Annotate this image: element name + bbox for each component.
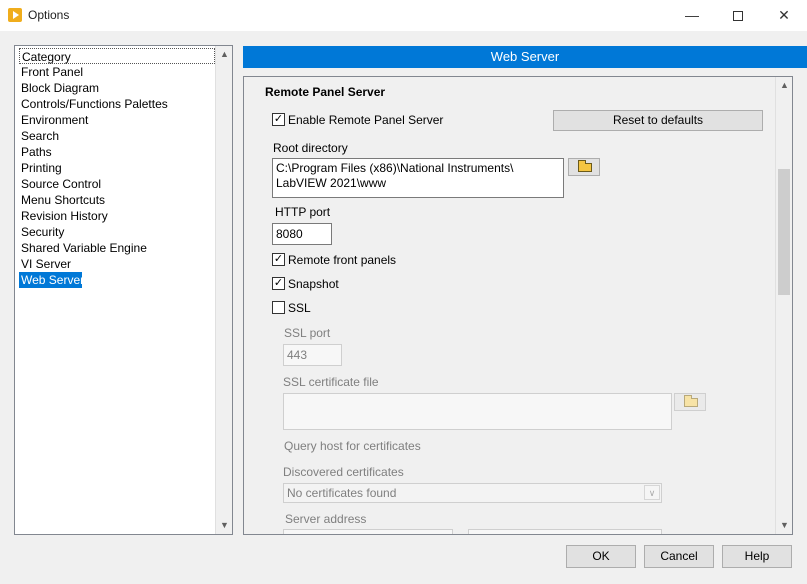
root-directory-label: Root directory [273,141,348,155]
chevron-down-icon: ∨ [644,485,660,500]
server-address-input[interactable] [283,529,453,534]
category-item-shared-variable-engine[interactable]: Shared Variable Engine [19,240,215,256]
category-item-web-server[interactable]: Web Server [19,272,84,288]
root-directory-line-2: LabVIEW 2021\www [276,176,387,190]
root-directory-line-1: C:\Program Files (x86)\National Instrume… [276,161,514,175]
close-button[interactable]: ✕ [761,0,807,31]
remote-front-panels-checkbox[interactable]: ✓ [272,253,285,266]
ssl-label: SSL [288,301,311,315]
scroll-down-arrow-icon[interactable]: ▼ [216,517,233,534]
section-title: Remote Panel Server [265,85,386,99]
maximize-icon [733,11,743,22]
category-item-printing[interactable]: Printing [19,160,215,176]
folder-open-icon [684,395,698,407]
maximize-button[interactable] [715,0,761,31]
category-list[interactable]: Category Front Panel Block Diagram Contr… [14,45,233,535]
remote-front-panels-label: Remote front panels [288,253,397,267]
reset-to-defaults-button[interactable]: Reset to defaults [553,110,763,131]
ssl-certificate-file-label: SSL certificate file [283,375,379,389]
root-directory-browse-button[interactable] [568,158,600,176]
title-bar: Options — ✕ [0,0,807,31]
ssl-certificate-file-field[interactable] [283,393,672,430]
cancel-button[interactable]: Cancel [644,545,714,568]
category-items: Front Panel Block Diagram Controls/Funct… [19,64,215,288]
category-item-source-control[interactable]: Source Control [19,176,215,192]
enable-remote-panel-server-label: Enable Remote Panel Server [288,113,444,127]
panel-title: Web Server [243,46,807,68]
snapshot-checkbox[interactable]: ✓ [272,277,285,290]
discovered-certificates-value: No certificates found [287,486,397,500]
category-item-paths[interactable]: Paths [19,144,215,160]
query-host-for-certificates[interactable]: Query host for certificates [284,439,421,453]
scrollbar-thumb[interactable] [778,169,790,295]
minimize-button[interactable]: — [669,0,715,31]
help-button[interactable]: Help [722,545,792,568]
labview-app-icon [8,8,22,22]
ssl-port-label: SSL port [284,326,331,340]
discovered-certificates-label: Discovered certificates [283,465,404,479]
category-item-block-diagram[interactable]: Block Diagram [19,80,215,96]
window-title: Options [28,8,70,22]
category-item-controls-functions-palettes[interactable]: Controls/Functions Palettes [19,96,215,112]
scroll-up-arrow-icon[interactable]: ▲ [776,77,792,94]
category-item-environment[interactable]: Environment [19,112,215,128]
ssl-certificate-browse-button[interactable] [674,393,706,411]
enable-remote-panel-server-checkbox[interactable]: ✓ [272,113,285,126]
snapshot-label: Snapshot [288,277,339,291]
settings-scrollbar[interactable]: ▲ ▼ [775,77,792,534]
category-item-menu-shortcuts[interactable]: Menu Shortcuts [19,192,215,208]
ssl-port-input[interactable]: 443 [283,344,342,366]
category-item-search[interactable]: Search [19,128,215,144]
category-scrollbar[interactable]: ▲ ▼ [215,46,232,534]
server-address-label: Server address [285,512,367,526]
scroll-up-arrow-icon[interactable]: ▲ [216,46,233,63]
discovered-certificates-dropdown[interactable]: No certificates found ∨ [283,483,662,503]
folder-open-icon [578,160,592,172]
root-directory-field[interactable]: C:\Program Files (x86)\National Instrume… [272,158,564,198]
server-address-button[interactable] [468,529,662,534]
category-item-front-panel[interactable]: Front Panel [19,64,215,80]
settings-area: Remote Panel Server ✓ Enable Remote Pane… [243,76,793,535]
category-item-vi-server[interactable]: VI Server [19,256,215,272]
scroll-down-arrow-icon[interactable]: ▼ [776,517,792,534]
http-port-input[interactable]: 8080 [272,223,332,245]
http-port-label: HTTP port [275,205,331,219]
ok-button[interactable]: OK [566,545,636,568]
category-item-security[interactable]: Security [19,224,215,240]
category-item-revision-history[interactable]: Revision History [19,208,215,224]
category-header: Category [19,48,215,64]
ssl-checkbox[interactable] [272,301,285,314]
